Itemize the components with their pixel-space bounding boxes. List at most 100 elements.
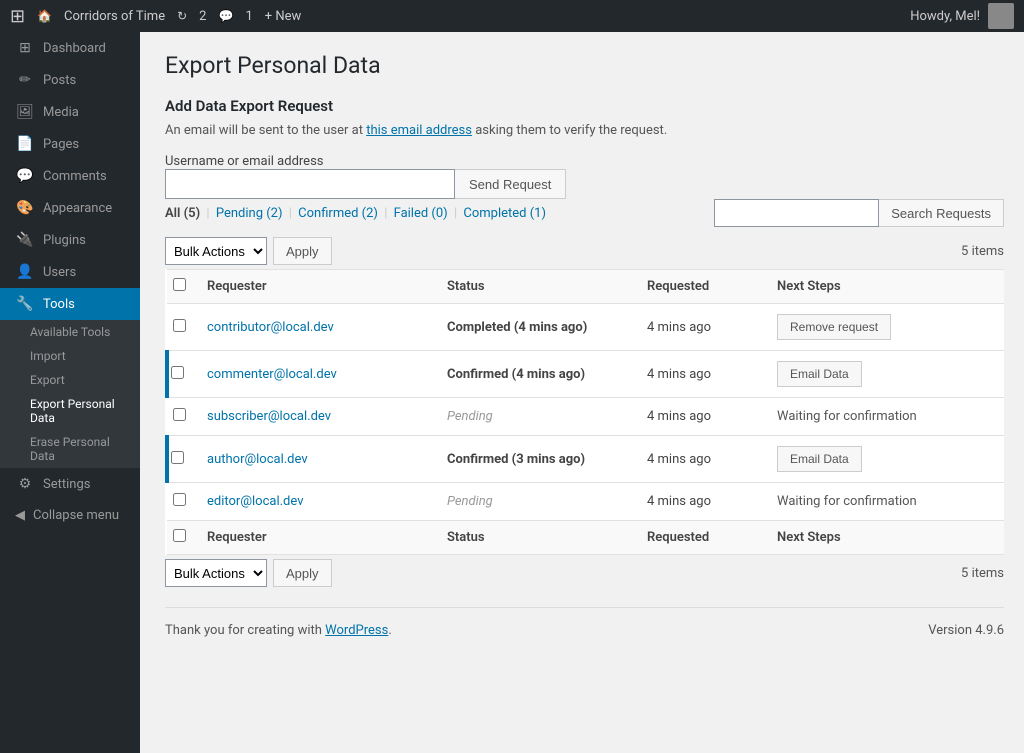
sidebar: ⊞ Dashboard ✏ Posts 🖼 Media 📄 Pages 💬 Co…: [0, 32, 140, 753]
bottom-apply-button[interactable]: Apply: [273, 559, 332, 587]
row2-action-button[interactable]: Email Data: [777, 361, 862, 387]
row4-status: Confirmed (3 mins ago): [447, 452, 585, 467]
collapse-menu-button[interactable]: ◀ Collapse menu: [0, 500, 140, 531]
avatar[interactable]: [988, 3, 1014, 29]
version-text: Version 4.9.6: [928, 623, 1004, 638]
sidebar-label-users: Users: [43, 265, 76, 280]
row1-checkbox[interactable]: [173, 319, 186, 332]
table-row: author@local.dev Confirmed (3 mins ago) …: [167, 436, 1004, 483]
add-request-title: Add Data Export Request: [165, 97, 1004, 115]
submenu-export[interactable]: Export: [0, 368, 140, 392]
sidebar-item-media[interactable]: 🖼 Media: [0, 96, 140, 128]
description: An email will be sent to the user at thi…: [165, 123, 1004, 138]
footer-thank-you: Thank you for creating with WordPress.: [165, 623, 392, 638]
howdy-text: Howdy, Mel!: [910, 9, 980, 24]
row4-status-cell: Confirmed (3 mins ago): [437, 436, 637, 483]
row2-requester-link[interactable]: commenter@local.dev: [207, 367, 337, 382]
send-request-button[interactable]: Send Request: [455, 169, 566, 199]
sidebar-item-appearance[interactable]: 🎨 Appearance: [0, 192, 140, 224]
comments-icon[interactable]: 💬: [218, 9, 233, 23]
footer-col-checkbox: [167, 521, 197, 555]
top-bulk-select[interactable]: Bulk Actions: [165, 237, 267, 265]
row4-checkbox[interactable]: [171, 451, 184, 464]
row4-requester-link[interactable]: author@local.dev: [207, 452, 308, 467]
footer-col-requested: Requested: [637, 521, 767, 555]
row3-requester-link[interactable]: subscriber@local.dev: [207, 409, 331, 424]
sidebar-item-posts[interactable]: ✏ Posts: [0, 64, 140, 96]
dashboard-icon: ⊞: [15, 40, 35, 56]
top-apply-button[interactable]: Apply: [273, 237, 332, 265]
row3-next-steps-text: Waiting for confirmation: [777, 409, 917, 424]
row5-requester-cell: editor@local.dev: [197, 483, 437, 521]
row5-requester-link[interactable]: editor@local.dev: [207, 494, 303, 509]
row5-nextsteps-cell: Waiting for confirmation: [767, 483, 1004, 521]
sidebar-label-plugins: Plugins: [43, 233, 86, 248]
filter-failed[interactable]: Failed (0): [394, 206, 448, 221]
media-icon: 🖼: [15, 104, 35, 120]
select-all-checkbox[interactable]: [173, 278, 186, 291]
footer-select-all-checkbox[interactable]: [173, 529, 186, 542]
row1-requester-link[interactable]: contributor@local.dev: [207, 320, 334, 335]
settings-icon: ⚙: [15, 476, 35, 492]
sidebar-item-dashboard[interactable]: ⊞ Dashboard: [0, 32, 140, 64]
row3-checkbox[interactable]: [173, 408, 186, 421]
submenu-available-tools[interactable]: Available Tools: [0, 320, 140, 344]
row4-requester-cell: author@local.dev: [197, 436, 437, 483]
sidebar-label-media: Media: [43, 105, 79, 120]
row1-checkbox-cell: [167, 304, 197, 351]
row2-checkbox[interactable]: [171, 366, 184, 379]
row5-status-cell: Pending: [437, 483, 637, 521]
footer-col-next-steps: Next Steps: [767, 521, 1004, 555]
updates-icon[interactable]: ↻: [177, 9, 187, 23]
col-header-status: Status: [437, 270, 637, 304]
row2-requester-cell: commenter@local.dev: [197, 351, 437, 398]
table-row: subscriber@local.dev Pending 4 mins ago …: [167, 398, 1004, 436]
sidebar-label-dashboard: Dashboard: [43, 41, 106, 56]
row1-status: Completed (4 mins ago): [447, 320, 587, 335]
users-icon: 👤: [15, 264, 35, 280]
sidebar-item-users[interactable]: 👤 Users: [0, 256, 140, 288]
row4-action-button[interactable]: Email Data: [777, 446, 862, 472]
plugins-icon: 🔌: [15, 232, 35, 248]
filter-completed[interactable]: Completed (1): [463, 206, 546, 221]
sidebar-item-plugins[interactable]: 🔌 Plugins: [0, 224, 140, 256]
sidebar-item-pages[interactable]: 📄 Pages: [0, 128, 140, 160]
new-content-button[interactable]: + New: [265, 9, 302, 24]
pages-icon: 📄: [15, 136, 35, 152]
table-header-row: Requester Status Requested Next Steps: [167, 270, 1004, 304]
submenu-export-personal-data[interactable]: Export Personal Data: [0, 392, 140, 430]
row2-nextsteps-cell: Email Data: [767, 351, 1004, 398]
filter-pending[interactable]: Pending (2): [216, 206, 283, 221]
filter-confirmed[interactable]: Confirmed (2): [298, 206, 378, 221]
sidebar-item-tools[interactable]: 🔧 Tools: [0, 288, 140, 320]
sidebar-label-settings: Settings: [43, 477, 90, 492]
top-table-actions: Bulk Actions Apply 5 items: [165, 237, 1004, 265]
username-email-input[interactable]: [165, 169, 455, 199]
wp-logo-icon[interactable]: ⊞: [10, 6, 25, 27]
table-row: contributor@local.dev Completed (4 mins …: [167, 304, 1004, 351]
sidebar-item-comments[interactable]: 💬 Comments: [0, 160, 140, 192]
row3-requester-cell: subscriber@local.dev: [197, 398, 437, 436]
collapse-menu-label: Collapse menu: [33, 508, 119, 523]
col-checkbox: [167, 270, 197, 304]
site-name[interactable]: Corridors of Time: [64, 9, 165, 24]
row5-requested-cell: 4 mins ago: [637, 483, 767, 521]
row3-nextsteps-cell: Waiting for confirmation: [767, 398, 1004, 436]
search-requests-button[interactable]: Search Requests: [879, 199, 1004, 227]
row2-checkbox-cell: [167, 351, 197, 398]
sidebar-label-comments: Comments: [43, 169, 107, 184]
row1-requested-cell: 4 mins ago: [637, 304, 767, 351]
bottom-bulk-select[interactable]: Bulk Actions: [165, 559, 267, 587]
submenu-erase-personal-data[interactable]: Erase Personal Data: [0, 430, 140, 468]
updates-count: 2: [199, 9, 206, 24]
username-label: Username or email address: [165, 154, 1004, 169]
search-input[interactable]: [714, 199, 879, 227]
submenu-import[interactable]: Import: [0, 344, 140, 368]
wordpress-link[interactable]: WordPress: [325, 623, 388, 638]
sidebar-item-settings[interactable]: ⚙ Settings: [0, 468, 140, 500]
description-link[interactable]: this email address: [366, 123, 472, 138]
filter-all[interactable]: All (5): [165, 206, 200, 221]
main-content: Export Personal Data Add Data Export Req…: [140, 32, 1024, 753]
row1-action-button[interactable]: Remove request: [777, 314, 891, 340]
row5-checkbox[interactable]: [173, 493, 186, 506]
